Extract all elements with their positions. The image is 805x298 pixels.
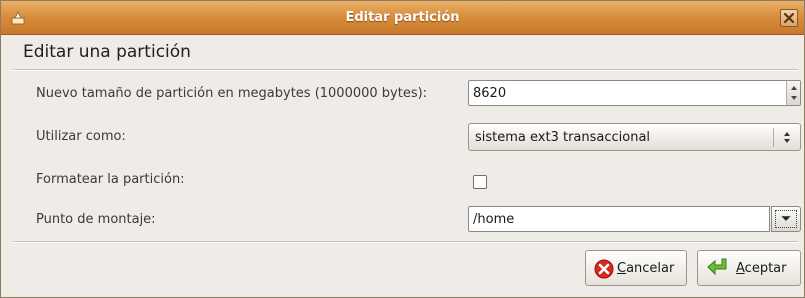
close-icon (783, 12, 795, 24)
mount-label: Punto de montaje: (36, 212, 156, 227)
size-value[interactable]: 8620 (473, 86, 506, 101)
combo-separator (773, 128, 774, 147)
edit-partition-dialog: Editar partición Editar una partición Nu… (0, 0, 805, 298)
chevron-down-icon (781, 216, 791, 221)
format-label: Formatear la partición: (36, 172, 185, 187)
title-bar[interactable]: Editar partición (1, 1, 804, 35)
format-checkbox[interactable] (473, 175, 487, 189)
cancel-icon (594, 259, 614, 279)
ok-arrow-icon (707, 258, 727, 276)
ok-button[interactable]: Aceptar (697, 250, 801, 286)
use-as-label: Utilizar como: (36, 129, 126, 144)
updown-arrows-icon (784, 132, 790, 143)
cancel-label: Cancelar (617, 261, 675, 276)
spin-arrows[interactable] (786, 81, 800, 105)
ok-label: Aceptar (736, 261, 787, 276)
size-spinbutton[interactable]: 8620 (468, 80, 801, 106)
use-as-value: sistema ext3 transaccional (475, 130, 651, 145)
mount-dropdown-button[interactable] (771, 206, 801, 232)
cancel-button[interactable]: Cancelar (585, 250, 687, 286)
mount-point-input[interactable]: /home (468, 206, 770, 232)
dialog-heading: Editar una partición (23, 42, 191, 62)
close-button[interactable] (780, 9, 798, 27)
window-title: Editar partición (345, 10, 460, 25)
size-label: Nuevo tamaño de partición en megabytes (… (36, 86, 428, 101)
separator-bottom (13, 241, 798, 243)
mount-value: /home (473, 212, 515, 227)
use-as-combobox[interactable]: sistema ext3 transaccional (468, 123, 801, 151)
spin-arrows-icon (791, 86, 797, 100)
separator-top (13, 69, 798, 71)
